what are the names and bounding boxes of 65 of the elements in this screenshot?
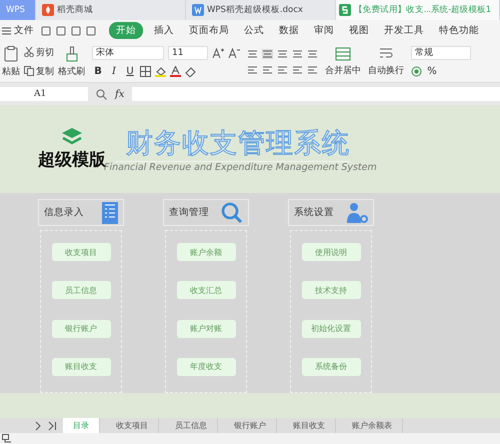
merge-button[interactable]: 合并居中 [325, 46, 361, 76]
italic-button[interactable]: I [108, 66, 120, 77]
next-sheet-icon[interactable] [34, 420, 42, 430]
macro-icon [2, 434, 12, 443]
file-menu[interactable]: 文件 [2, 24, 34, 37]
clipboard-icon [3, 46, 19, 62]
ribbon-tab[interactable]: 数据 [275, 22, 303, 39]
cell-name-box[interactable]: A1 [0, 87, 88, 101]
underline-button[interactable]: U [124, 66, 136, 77]
panel-title: 信息录入 [44, 206, 84, 219]
panel-title: 查询管理 [169, 206, 209, 219]
bold-button[interactable]: B [92, 66, 104, 77]
layers-icon [61, 127, 83, 147]
align-icon[interactable] [247, 64, 258, 74]
wrap-text-button[interactable]: 自动换行 [368, 46, 404, 76]
ribbon-tab[interactable]: 页面布局 [185, 22, 233, 39]
panel-title: 系统设置 [294, 206, 334, 219]
document-icon [192, 4, 204, 16]
align-icon[interactable] [277, 48, 288, 58]
copy-button[interactable]: 复制 [24, 64, 54, 78]
font-dropdown[interactable]: 宋体 [92, 46, 164, 60]
ribbon-tab[interactable]: 公式 [240, 22, 268, 39]
size-dropdown[interactable]: 11 [168, 46, 208, 60]
last-sheet-icon[interactable] [48, 420, 57, 430]
fill-color-icon[interactable] [155, 66, 166, 77]
ribbon-tab[interactable]: 审阅 [310, 22, 338, 39]
scissors-icon [24, 47, 34, 57]
paste-button[interactable]: 粘贴 [2, 46, 20, 78]
menu-icon [2, 26, 11, 34]
percent-button[interactable]: % [426, 66, 438, 77]
logo-text: 超级模版 [38, 149, 106, 170]
zoom-icon[interactable] [96, 88, 107, 100]
spreadsheet-icon [339, 4, 351, 16]
merge-cells-icon [335, 46, 351, 60]
align-icon[interactable] [277, 64, 288, 74]
grow-font-icon[interactable] [212, 47, 224, 59]
font-color-icon[interactable] [170, 66, 181, 77]
align-icon[interactable] [262, 64, 273, 74]
function-label[interactable]: fx [115, 88, 124, 100]
eraser-icon[interactable] [185, 66, 196, 77]
flame-icon [42, 4, 54, 16]
search-icon [221, 202, 243, 224]
cut-button[interactable]: 剪切 [24, 46, 54, 58]
ribbon-tab[interactable]: 开发工具 [380, 22, 428, 39]
system-title: 财务收支管理系统 [116, 125, 350, 162]
align-icon[interactable] [307, 48, 318, 58]
currency-icon[interactable] [411, 66, 422, 77]
align-icon[interactable] [292, 64, 303, 74]
format-painter-button[interactable]: 格式刷 [58, 46, 85, 78]
list-icon [102, 202, 118, 224]
align-icon[interactable] [292, 48, 303, 58]
align-icon[interactable] [307, 64, 318, 74]
ribbon-tab[interactable]: 视图 [345, 22, 373, 39]
align-icon[interactable] [247, 48, 258, 58]
number-format-dropdown[interactable]: 常规 [411, 46, 471, 60]
system-subtitle: Financial Revenue and Expenditure Management System [104, 162, 377, 173]
border-icon[interactable] [140, 66, 151, 77]
ribbon-tab[interactable]: 特色功能 [435, 22, 483, 39]
ribbon-tab[interactable]: 插入 [150, 22, 178, 39]
copy-icon [24, 66, 34, 76]
align-icon[interactable] [262, 48, 273, 58]
shrink-font-icon[interactable] [228, 47, 240, 59]
brush-icon [64, 46, 80, 62]
user-settings-icon [346, 202, 368, 224]
wrap-text-icon [378, 46, 394, 60]
